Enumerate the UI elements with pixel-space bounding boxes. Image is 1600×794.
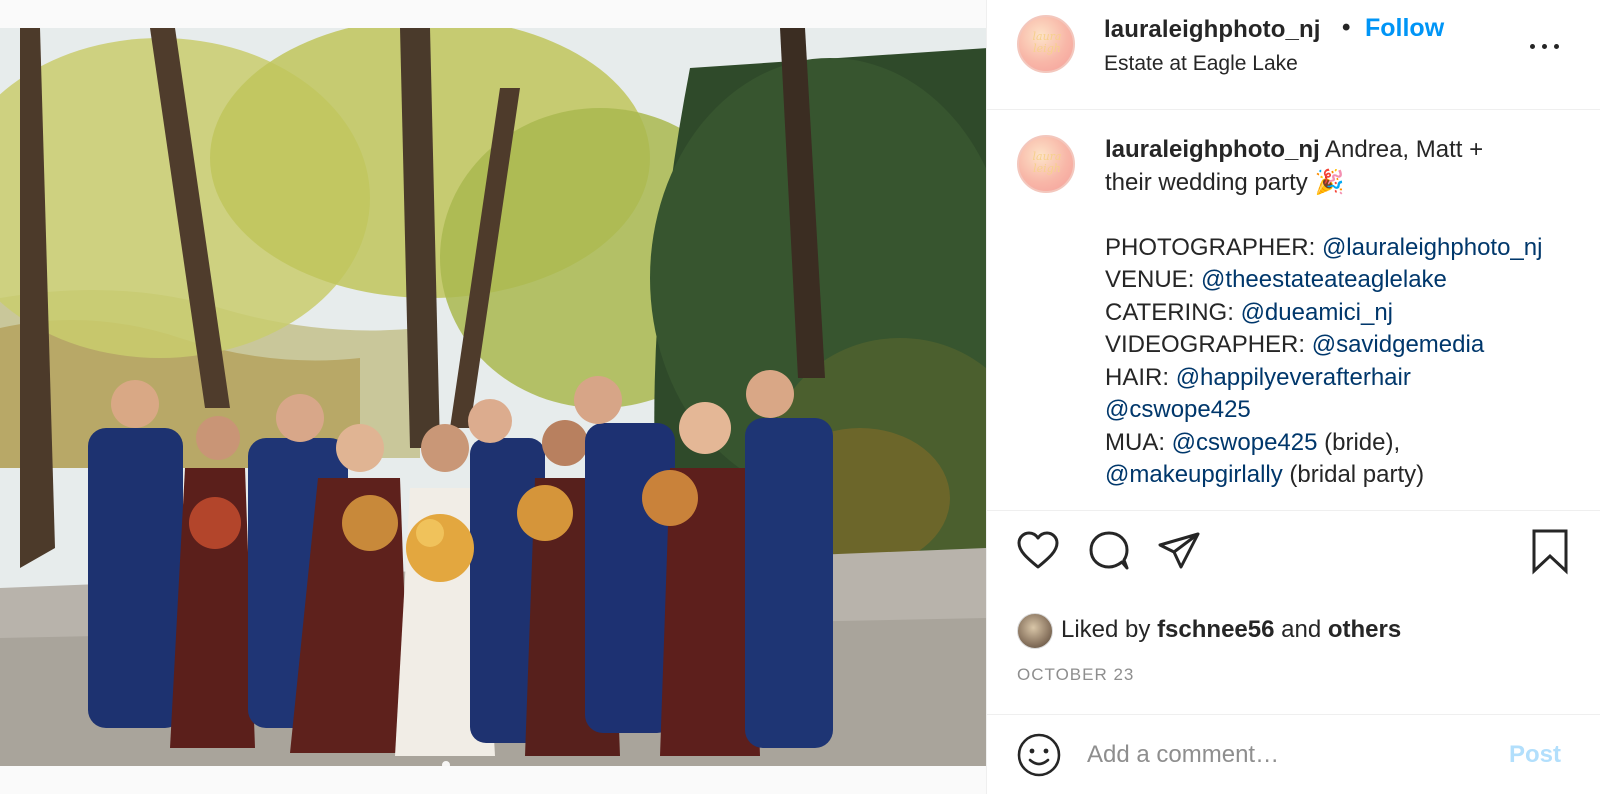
credit-line: MUA: @cswope425 (bride), — [1105, 427, 1585, 460]
instagram-post-view: laura leigh lauraleighphoto_nj • Follow … — [0, 0, 1600, 794]
caption-avatar[interactable]: laura leigh — [1017, 135, 1075, 193]
caption-username[interactable]: lauraleighphoto_nj — [1105, 136, 1320, 163]
credit-mention-link[interactable]: @dueamici_nj — [1241, 299, 1393, 326]
paper-plane-icon[interactable] — [1154, 526, 1204, 576]
credit-line: @makeupgirlally (bridal party) — [1105, 459, 1585, 492]
credit-mention-link[interactable]: @cswope425 — [1172, 429, 1318, 456]
credit-line: VENUE: @theestateateaglelake — [1105, 264, 1585, 297]
credit-suffix: (bridal party) — [1282, 461, 1425, 488]
credit-mention-link[interactable]: @cswope425 — [1105, 396, 1251, 423]
caption-line-1: lauraleighphoto_nj Andrea, Matt + — [1105, 134, 1585, 167]
credit-label: VENUE: — [1105, 266, 1202, 293]
credit-mention-link[interactable]: @makeupgirlally — [1105, 461, 1283, 488]
divider — [987, 510, 1600, 511]
likes-and: and — [1274, 616, 1328, 643]
credit-line: PHOTOGRAPHER: @lauraleighphoto_nj — [1105, 232, 1585, 265]
credit-mention-link[interactable]: @savidgemedia — [1312, 331, 1484, 358]
credit-label: VIDEOGRAPHER: — [1105, 331, 1312, 358]
comment-bubble-icon[interactable] — [1084, 526, 1134, 576]
post-location[interactable]: Estate at Eagle Lake — [1104, 52, 1298, 76]
credit-label: CATERING: — [1105, 298, 1241, 326]
credit-mention-link[interactable]: @lauraleighphoto_nj — [1322, 234, 1543, 261]
avatar-logo-text: laura leigh — [1032, 150, 1062, 175]
credit-line: HAIR: @happilyeverafterhair — [1105, 362, 1585, 395]
liker-username[interactable]: fschnee56 — [1157, 616, 1274, 643]
likes-others-link[interactable]: others — [1328, 616, 1401, 643]
caption-text: Andrea, Matt + — [1319, 136, 1484, 163]
credit-label: HAIR: — [1105, 363, 1176, 391]
credit-line: VIDEOGRAPHER: @savidgemedia — [1105, 329, 1585, 362]
follow-button[interactable]: Follow — [1365, 14, 1444, 43]
credit-mention-link[interactable]: @theestateateaglelake — [1201, 266, 1447, 293]
header-separator: • — [1342, 14, 1351, 41]
post-caption: lauraleighphoto_nj Andrea, Matt + their … — [1105, 134, 1585, 502]
post-comment-button[interactable]: Post — [1509, 741, 1561, 769]
post-header: laura leigh lauraleighphoto_nj • Follow … — [987, 0, 1600, 110]
comment-composer: Post — [987, 714, 1600, 794]
credit-suffix: (bride), — [1317, 428, 1401, 456]
profile-avatar[interactable]: laura leigh — [1017, 15, 1075, 73]
smiley-icon[interactable] — [1015, 731, 1063, 779]
carousel-indicator-dot — [442, 761, 450, 766]
comment-input[interactable] — [1087, 733, 1487, 777]
post-side-panel: laura leigh lauraleighphoto_nj • Follow … — [987, 0, 1600, 794]
liker-avatar[interactable] — [1017, 613, 1053, 649]
caption-credits: PHOTOGRAPHER: @lauraleighphoto_nj VENUE: … — [1105, 232, 1585, 492]
wedding-party-photo — [0, 28, 986, 766]
caption-gap — [1105, 199, 1585, 232]
credit-label: PHOTOGRAPHER: — [1105, 233, 1322, 261]
avatar-logo-text: laura leigh — [1032, 30, 1062, 55]
more-options-icon[interactable] — [1527, 32, 1563, 60]
credit-mention-link[interactable]: @happilyeverafterhair — [1176, 364, 1411, 391]
post-date[interactable]: OCTOBER 23 — [1017, 665, 1134, 685]
likes-text: Liked by fschnee56 and others — [1061, 616, 1401, 644]
credit-line: @cswope425 — [1105, 394, 1585, 427]
credit-line: CATERING: @dueamici_nj — [1105, 297, 1585, 330]
caption-line-2: their wedding party 🎉 — [1105, 168, 1345, 196]
header-username[interactable]: lauraleighphoto_nj — [1104, 16, 1320, 44]
post-photo[interactable] — [0, 28, 986, 766]
bookmark-icon[interactable] — [1525, 526, 1575, 576]
photo-pane — [0, 0, 987, 794]
heart-icon[interactable] — [1013, 526, 1063, 576]
credit-label: MUA: — [1105, 428, 1172, 456]
likes-prefix: Liked by — [1061, 616, 1158, 643]
